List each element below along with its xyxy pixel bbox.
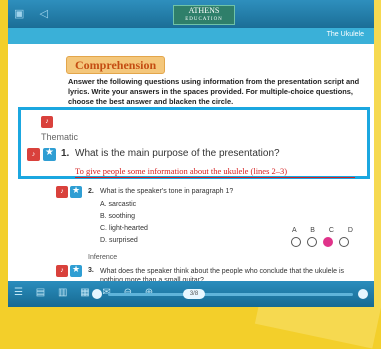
section-label: The Ukulele <box>326 31 364 38</box>
option-d: D. surprised <box>100 237 138 244</box>
audio-icon[interactable]: ♪ <box>56 265 68 277</box>
star-icon[interactable] <box>70 185 82 198</box>
comprehension-title: Comprehension <box>66 56 166 74</box>
choice-circle-a[interactable] <box>291 237 301 247</box>
section-ribbon: The Ukulele <box>8 28 374 44</box>
inference-label: Inference <box>88 254 118 261</box>
question-3-number: 3. <box>88 267 94 274</box>
ebook-window: ▣ ◁ ATHENS EDUCATION The Ukulele Compreh… <box>8 0 374 307</box>
thematic-label: Thematic <box>41 132 79 142</box>
choice-circle-c[interactable] <box>323 237 333 247</box>
logo-subtitle: EDUCATION <box>185 17 223 22</box>
audio-icon[interactable]: ♪ <box>41 116 53 128</box>
instructions-text: Answer the following questions using inf… <box>68 77 360 106</box>
page-slider[interactable] <box>108 293 353 296</box>
question-1-answer[interactable]: To give people some information about th… <box>75 166 355 178</box>
page-indicator[interactable]: 3/8 <box>183 289 205 299</box>
choice-circle-d[interactable] <box>339 237 349 247</box>
question-2-number: 2. <box>88 188 94 195</box>
previous-page-button[interactable] <box>92 289 102 299</box>
logo-title: ATHENS <box>188 6 220 15</box>
zoomed-question-panel: ♪ Thematic ♪ 1. What is the main purpose… <box>18 107 370 179</box>
audio-icon[interactable]: ♪ <box>27 148 40 161</box>
star-icon[interactable] <box>70 264 82 277</box>
next-page-button[interactable] <box>358 289 368 299</box>
choice-letters: A B C D <box>292 227 359 234</box>
question-3-text: What does the speaker think about the pe… <box>100 268 344 281</box>
option-b: B. soothing <box>100 213 136 220</box>
bottom-toolbar: ☰ ▤ ▥ ▦ ✉ ⊖ ⊕ 3/8 <box>8 281 374 307</box>
option-a: A. sarcastic <box>100 201 137 208</box>
question-1-number: 1. <box>61 148 70 159</box>
star-icon[interactable] <box>43 147 56 161</box>
titlebar-icons[interactable]: ▣ ◁ <box>14 7 54 20</box>
choice-circle-b[interactable] <box>307 237 317 247</box>
question-1-text: What is the main purpose of the presenta… <box>75 148 280 159</box>
question-2-text: What is the speaker's tone in paragraph … <box>100 188 234 195</box>
publisher-logo: ATHENS EDUCATION <box>173 5 235 25</box>
option-c: C. light-hearted <box>100 225 148 232</box>
title-bar: ▣ ◁ ATHENS EDUCATION <box>8 0 374 28</box>
audio-icon[interactable]: ♪ <box>56 186 68 198</box>
